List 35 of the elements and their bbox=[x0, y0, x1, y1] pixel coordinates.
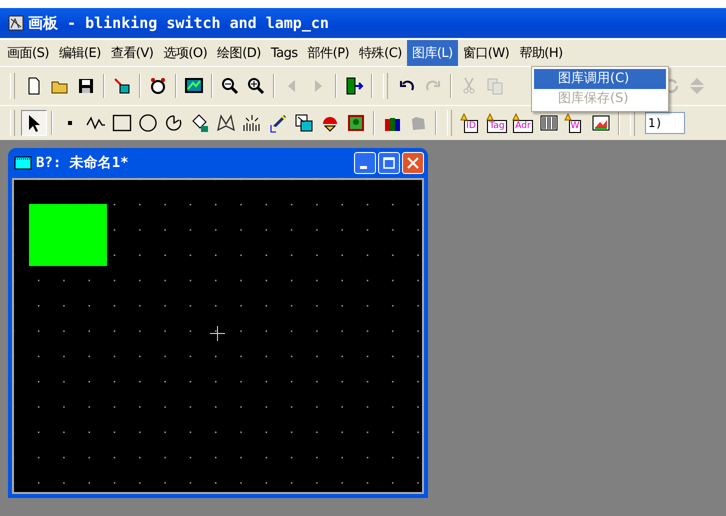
menu-item[interactable]: 画面(S) bbox=[2, 40, 54, 66]
menu-item[interactable]: 窗口(W) bbox=[458, 40, 514, 66]
tag-tool-button[interactable]: Adr bbox=[510, 110, 536, 136]
zoom-out-icon[interactable] bbox=[220, 76, 240, 96]
close-button[interactable] bbox=[402, 152, 424, 174]
menu-item[interactable]: 绘图(D) bbox=[212, 40, 266, 66]
menu-item[interactable]: Tags bbox=[266, 42, 303, 64]
window-title: 画板 - blinking switch and lamp_cn bbox=[28, 14, 329, 32]
arrow-box-icon[interactable] bbox=[112, 76, 132, 96]
minimize-button[interactable] bbox=[354, 152, 376, 174]
pin-icon bbox=[460, 113, 468, 121]
menu-item[interactable]: 查看(V) bbox=[106, 40, 158, 66]
menu-item[interactable]: 编辑(E) bbox=[54, 40, 106, 66]
alarm-clock-icon[interactable] bbox=[148, 76, 168, 96]
window-icon bbox=[14, 156, 32, 170]
tag-tool-button[interactable]: ID bbox=[458, 110, 484, 136]
input-field[interactable]: 1) bbox=[645, 112, 685, 134]
zoom-in-icon[interactable] bbox=[246, 76, 266, 96]
tag-tool-button[interactable]: Tag bbox=[484, 110, 510, 136]
door-icon[interactable] bbox=[344, 76, 364, 96]
tag-tool-button[interactable]: W bbox=[562, 110, 588, 136]
menu-item[interactable]: 帮助(H) bbox=[514, 40, 568, 66]
menu-item[interactable]: 部件(P) bbox=[302, 40, 354, 66]
monitor-icon[interactable] bbox=[184, 76, 204, 96]
menu-item[interactable]: 图库(L) bbox=[406, 40, 458, 66]
maximize-button[interactable] bbox=[378, 152, 400, 174]
crosshair-icon bbox=[210, 326, 225, 341]
maximize-icon bbox=[383, 157, 395, 169]
menu-item[interactable]: 选项(O) bbox=[158, 40, 212, 66]
minimize-icon bbox=[360, 166, 366, 168]
window-title: B?: 未命名1* bbox=[36, 154, 129, 172]
easel-icon bbox=[8, 15, 24, 31]
menu-item[interactable]: 图库调用(C) bbox=[534, 69, 666, 89]
close-icon bbox=[407, 157, 419, 169]
menu-item[interactable]: 特殊(C) bbox=[354, 40, 407, 66]
